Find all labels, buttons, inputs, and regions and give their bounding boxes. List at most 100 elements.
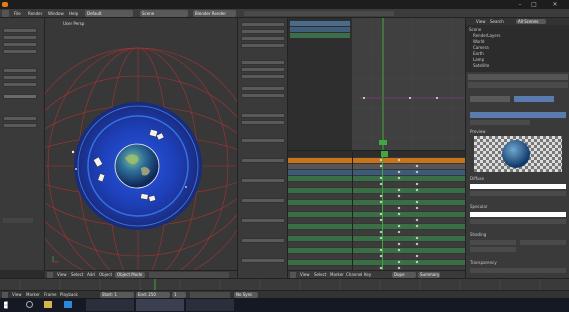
windows-start-icon[interactable] <box>4 301 8 309</box>
section-diffuse[interactable]: Diffuse <box>470 176 484 181</box>
tool-button[interactable] <box>3 42 37 47</box>
menu-select[interactable]: Select <box>69 271 85 278</box>
menu-render[interactable]: Render <box>26 10 44 17</box>
section-preview[interactable]: Preview <box>470 129 486 134</box>
channel-row[interactable] <box>290 27 350 32</box>
prop-field[interactable] <box>241 218 285 223</box>
tool-button[interactable] <box>3 28 37 33</box>
prop-field[interactable] <box>241 158 285 163</box>
menu-frame[interactable]: Frame <box>42 291 58 298</box>
timeline[interactable] <box>0 278 569 291</box>
menu-playback[interactable]: Playback <box>58 291 80 298</box>
material-type-tabs[interactable] <box>470 120 530 125</box>
system-tray[interactable] <box>500 301 526 308</box>
search-icon[interactable] <box>26 301 33 308</box>
close-icon[interactable]: ✕ <box>541 0 569 9</box>
summary-row[interactable] <box>288 158 465 163</box>
prop-field[interactable] <box>241 86 285 91</box>
render-engine-selector[interactable]: Blender Render <box>193 10 236 17</box>
outliner-item[interactable]: Lamp <box>473 57 484 62</box>
tool-button[interactable] <box>3 49 37 54</box>
menu-key[interactable]: Key <box>362 271 373 278</box>
graph-editor[interactable] <box>352 18 465 150</box>
store-icon[interactable] <box>64 301 72 308</box>
prop-field[interactable] <box>241 198 285 203</box>
shading-field[interactable] <box>470 240 516 245</box>
prop-field[interactable] <box>241 93 285 98</box>
tool-button[interactable] <box>3 68 37 73</box>
menu-view[interactable]: View <box>55 271 69 278</box>
maximize-icon[interactable]: □ <box>527 0 541 9</box>
prop-field[interactable] <box>241 29 285 34</box>
prop-field[interactable] <box>241 60 285 65</box>
file-explorer-icon[interactable] <box>44 301 52 308</box>
prop-field[interactable] <box>241 43 285 48</box>
shading-field[interactable] <box>470 247 516 252</box>
outliner-item[interactable]: Satellite <box>473 63 489 68</box>
frame-marker[interactable] <box>379 140 387 145</box>
scene-selector[interactable]: Scene <box>140 10 188 17</box>
material-button[interactable] <box>470 96 510 102</box>
tool-button[interactable] <box>3 35 37 40</box>
tool-button[interactable] <box>3 75 37 80</box>
prop-field[interactable] <box>241 22 285 27</box>
section-transparency[interactable]: Transparency <box>470 260 497 265</box>
shading-field[interactable] <box>520 240 566 245</box>
prop-field[interactable] <box>241 120 285 125</box>
diffuse-color[interactable] <box>470 184 566 189</box>
menu-file[interactable]: File <box>12 10 23 17</box>
prop-field[interactable] <box>241 67 285 72</box>
taskbar-app-blender[interactable] <box>136 299 184 311</box>
dope-sheet[interactable] <box>288 150 465 270</box>
section-shading[interactable]: Shading <box>470 232 486 237</box>
material-slot-list[interactable] <box>468 82 568 88</box>
outliner-item[interactable]: Scene <box>469 27 481 32</box>
prop-field[interactable] <box>241 258 285 263</box>
operator-panel-header[interactable] <box>3 218 33 223</box>
material-button-active[interactable] <box>514 96 554 102</box>
outliner-item[interactable]: World <box>473 39 484 44</box>
menu-add[interactable]: Add <box>85 271 97 278</box>
menu-view[interactable]: View <box>10 291 24 298</box>
section-specular[interactable]: Specular <box>470 204 487 209</box>
outliner-display-mode[interactable]: All Scenes <box>516 19 546 24</box>
material-name-field[interactable] <box>470 112 566 118</box>
tool-button[interactable] <box>3 82 37 87</box>
editor-type-icon[interactable] <box>2 10 9 17</box>
current-frame-badge[interactable] <box>381 151 388 157</box>
menu-view[interactable]: View <box>298 271 312 278</box>
menu-select[interactable]: Select <box>312 271 328 278</box>
outliner-item[interactable]: RenderLayers <box>473 33 500 38</box>
menu-marker[interactable]: Marker <box>24 291 42 298</box>
channel-row[interactable] <box>290 21 350 26</box>
outliner-item[interactable]: Earth <box>473 51 484 56</box>
specular-color[interactable] <box>470 212 566 217</box>
outliner-menu-search[interactable]: Search <box>488 18 506 25</box>
prop-field[interactable] <box>241 74 285 79</box>
layout-selector[interactable]: Default <box>85 10 133 17</box>
menu-window[interactable]: Window <box>46 10 66 17</box>
taskbar-app-3[interactable] <box>186 299 234 311</box>
prop-field[interactable] <box>241 238 285 243</box>
specular-intensity[interactable] <box>470 219 566 224</box>
properties-context-tabs[interactable] <box>468 74 568 80</box>
menu-help[interactable]: Help <box>67 10 80 17</box>
taskbar-app-1[interactable] <box>86 299 134 311</box>
tool-button[interactable] <box>3 123 37 128</box>
prop-field[interactable] <box>241 178 285 183</box>
3d-viewport[interactable]: User Persp <box>45 18 237 270</box>
transparency-field[interactable] <box>470 268 566 273</box>
outliner-item[interactable]: Camera <box>473 45 489 50</box>
prop-field[interactable] <box>241 138 285 143</box>
menu-object[interactable]: Object <box>97 271 114 278</box>
tool-button[interactable] <box>3 116 37 121</box>
prop-field[interactable] <box>241 36 285 41</box>
diffuse-intensity[interactable] <box>470 191 566 196</box>
channel-row[interactable] <box>290 33 350 38</box>
minimize-icon[interactable]: – <box>513 0 527 9</box>
tool-button[interactable] <box>3 94 37 99</box>
outliner-menu-view[interactable]: View <box>474 18 488 25</box>
prop-field[interactable] <box>241 113 285 118</box>
dope-sheet-ruler[interactable] <box>288 151 465 157</box>
outliner-tree[interactable]: Scene RenderLayers World Camera Earth La… <box>466 25 569 72</box>
